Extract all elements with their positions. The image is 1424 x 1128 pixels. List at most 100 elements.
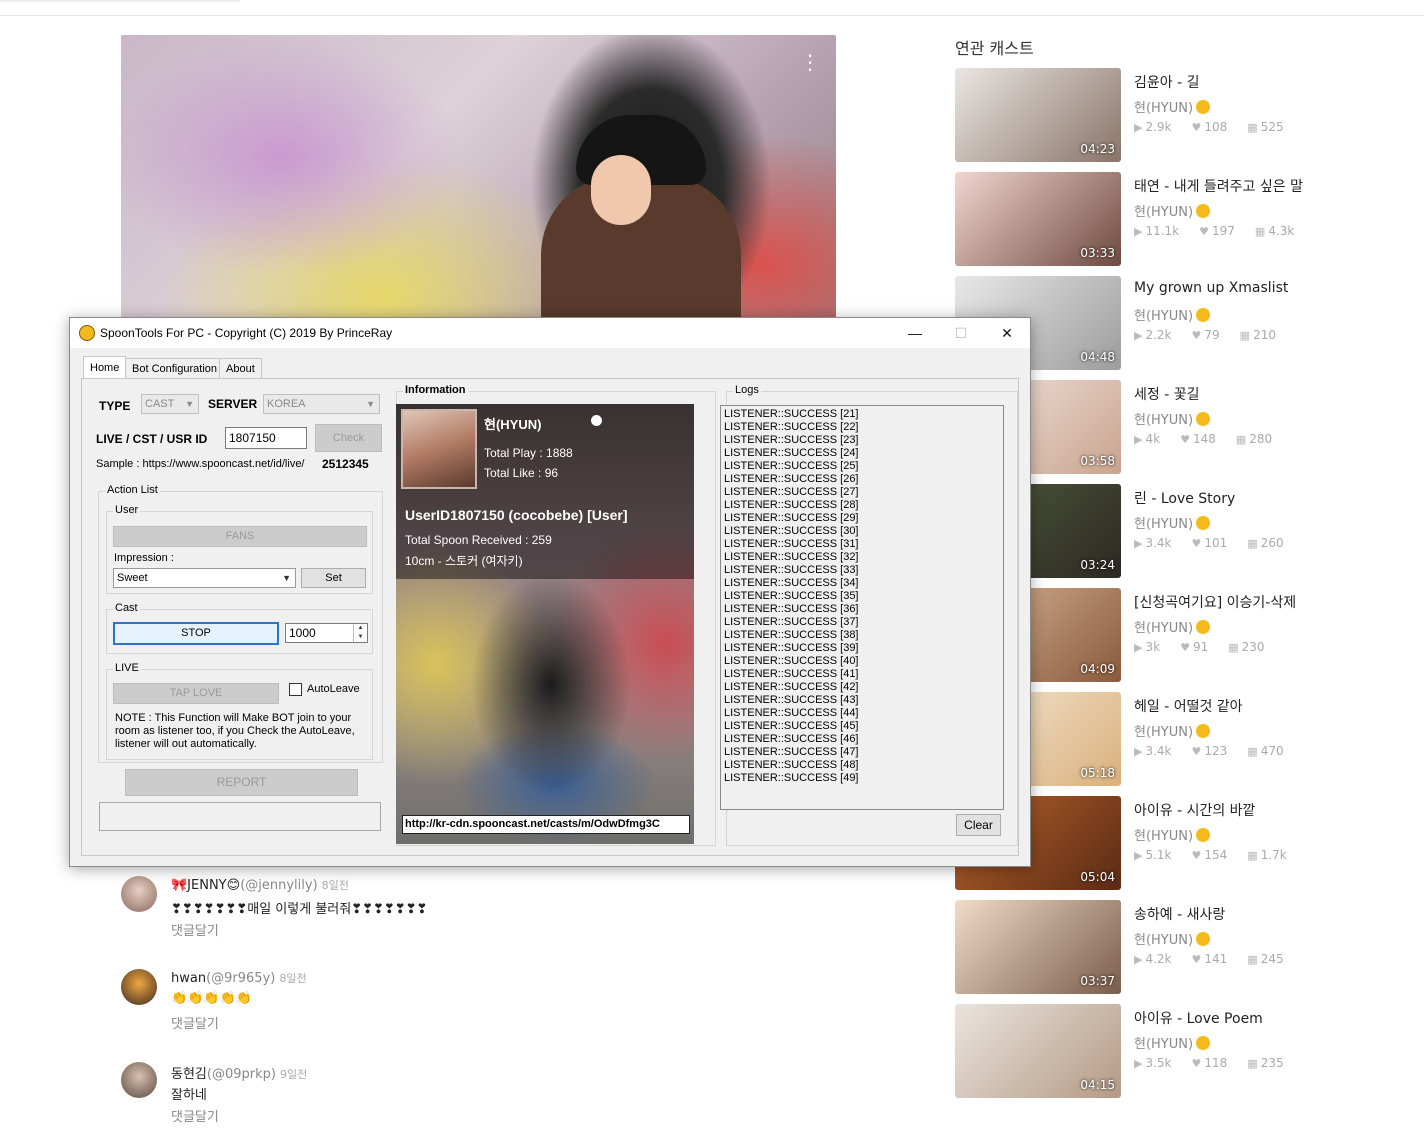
- cast-thumbnail[interactable]: 03:37: [955, 900, 1121, 994]
- heart-icon: ♥: [1191, 953, 1202, 966]
- reply-link[interactable]: 댓글달기: [171, 1106, 219, 1125]
- comment-item: hwan(@9r965y) 8일전 👏👏👏👏👏 댓글달기: [121, 969, 721, 1049]
- set-button[interactable]: Set: [301, 568, 366, 588]
- gift-count-value: 1.7k: [1260, 848, 1287, 862]
- related-cast-item[interactable]: 04:23 김윤아 - 길 현(HYUN) ▶ 2.9k ♥ 108 ▦ 525: [955, 68, 1405, 164]
- cast-stats: ▶ 3.4k ♥ 101 ▦ 260: [1134, 536, 1304, 550]
- cast-cover-image[interactable]: · · ·: [121, 35, 836, 325]
- tab-home[interactable]: Home: [83, 356, 127, 379]
- cast-author[interactable]: 현(HYUN): [1134, 617, 1211, 636]
- cast-author[interactable]: 현(HYUN): [1134, 1033, 1211, 1052]
- id-input[interactable]: 1807150: [225, 427, 307, 449]
- close-button[interactable]: ✕: [984, 318, 1030, 348]
- cast-author-name: 현(HYUN): [1134, 725, 1194, 740]
- play-count: ▶ 11.1k: [1134, 224, 1189, 238]
- cast-title[interactable]: 세정 - 꽃길: [1134, 384, 1199, 404]
- cast-thumbnail[interactable]: 03:33: [955, 172, 1121, 266]
- cast-thumbnail[interactable]: 04:23: [955, 68, 1121, 162]
- gift-icon: ▦: [1247, 537, 1258, 550]
- cast-url-field[interactable]: http://kr-cdn.spooncast.net/casts/m/OdwD…: [402, 815, 690, 834]
- id-label: LIVE / CST / USR ID: [96, 432, 208, 446]
- dj-badge-icon: [1196, 204, 1211, 218]
- log-entry: LISTENER::SUCCESS [37]: [724, 616, 859, 628]
- cast-title[interactable]: [신청곡여기요] 이승기-삭제: [1134, 592, 1296, 612]
- tab-about[interactable]: About: [219, 358, 262, 380]
- cast-stats: ▶ 4.2k ♥ 141 ▦ 245: [1134, 952, 1304, 966]
- heart-icon: ♥: [1191, 329, 1202, 342]
- cast-stats: ▶ 3.4k ♥ 123 ▦ 470: [1134, 744, 1304, 758]
- cast-title[interactable]: 아이유 - 시간의 바깥: [1134, 800, 1255, 820]
- cast-author[interactable]: 현(HYUN): [1134, 929, 1211, 948]
- dj-badge-icon: [1196, 516, 1211, 530]
- reply-link[interactable]: 댓글달기: [171, 920, 219, 939]
- cast-thumbnail[interactable]: 04:15: [955, 1004, 1121, 1098]
- cast-author[interactable]: 현(HYUN): [1134, 409, 1211, 428]
- log-entry: LISTENER::SUCCESS [34]: [724, 577, 859, 589]
- cast-title[interactable]: 김윤아 - 길: [1134, 72, 1199, 92]
- gift-icon: ▦: [1254, 225, 1266, 238]
- cast-author[interactable]: 현(HYUN): [1134, 513, 1211, 532]
- comment-author-name: hwan: [171, 971, 207, 986]
- like-count: ♥ 141: [1192, 952, 1238, 966]
- heart-icon: ♥: [1191, 745, 1202, 758]
- cast-author[interactable]: 현(HYUN): [1134, 97, 1211, 116]
- autoleave-checkbox[interactable]: [289, 683, 302, 696]
- server-select: KOREA ▼: [263, 394, 380, 414]
- play-count-value: 3.5k: [1145, 1056, 1172, 1070]
- related-cast-item[interactable]: 04:15 아이유 - Love Poem 현(HYUN) ▶ 3.5k ♥ 118 ▦ 235: [955, 1004, 1405, 1100]
- cast-title[interactable]: My grown up Xmaslist: [1134, 280, 1288, 296]
- cast-title[interactable]: 린 - Love Story: [1134, 488, 1235, 508]
- dj-badge-icon: [590, 414, 603, 427]
- like-count: ♥ 91: [1180, 640, 1218, 654]
- comment-author[interactable]: hwan(@9r965y) 8일전: [171, 970, 307, 986]
- cast-author[interactable]: 현(HYUN): [1134, 305, 1211, 324]
- gift-icon: ▦: [1247, 849, 1258, 862]
- cast-author-name: 현(HYUN): [1134, 621, 1194, 636]
- cast-author-name: 현(HYUN): [1134, 205, 1194, 220]
- like-count-value: 91: [1192, 640, 1209, 654]
- cast-number-input[interactable]: 1000 ▲ ▼: [285, 623, 368, 643]
- log-entry: LISTENER::SUCCESS [21]: [724, 408, 859, 420]
- like-count: ♥ 108: [1192, 120, 1238, 134]
- comment-author[interactable]: 🎀JENNY😊(@jennylily) 8일전: [171, 877, 349, 893]
- impression-select[interactable]: Sweet ▼: [113, 568, 296, 588]
- cast-stats: ▶ 3k ♥ 91 ▦ 230: [1134, 640, 1285, 654]
- avatar[interactable]: [121, 1062, 157, 1098]
- minimize-button[interactable]: —: [892, 318, 938, 348]
- like-count: ♥ 123: [1192, 744, 1238, 758]
- log-entry: LISTENER::SUCCESS [33]: [724, 564, 859, 576]
- gift-count-value: 470: [1260, 744, 1284, 758]
- clear-button[interactable]: Clear: [956, 814, 1001, 836]
- reply-link[interactable]: 댓글달기: [171, 1013, 219, 1032]
- like-count-value: 148: [1192, 432, 1216, 446]
- related-cast-item[interactable]: 03:33 태연 - 내게 들려주고 싶은 말 현(HYUN) ▶ 11.1k ♥ 197 ▦…: [955, 172, 1405, 268]
- like-count-value: 79: [1204, 328, 1220, 342]
- log-list[interactable]: LISTENER::SUCCESS [21]LISTENER::SUCCESS …: [720, 405, 1004, 810]
- cast-author[interactable]: 현(HYUN): [1134, 201, 1211, 220]
- avatar[interactable]: [121, 969, 157, 1005]
- cast-title[interactable]: 태연 - 내게 들려주고 싶은 말: [1134, 176, 1303, 196]
- type-select-value: CAST: [145, 398, 175, 410]
- related-cast-item[interactable]: 03:37 송하예 - 새사랑현(HYUN) ▶ 4.2k ♥ 141 ▦ 245: [955, 900, 1405, 996]
- cast-author-name: 현(HYUN): [1134, 933, 1194, 948]
- window-titlebar[interactable]: SpoonTools For PC - Copyright (C) 2019 B…: [70, 318, 1030, 348]
- play-count-value: 11.1k: [1145, 224, 1180, 238]
- cast-title[interactable]: 헤일 - 어떨것 같아: [1134, 696, 1243, 716]
- cast-title[interactable]: 송하예 - 새사랑: [1134, 904, 1225, 924]
- cast-title[interactable]: 아이유 - Love Poem: [1134, 1008, 1263, 1028]
- more-options-icon[interactable]: · · ·: [805, 46, 815, 80]
- cast-author[interactable]: 현(HYUN): [1134, 721, 1211, 740]
- play-icon: ▶: [1134, 537, 1143, 550]
- stop-button[interactable]: STOP: [113, 622, 279, 645]
- report-button: REPORT: [125, 769, 358, 796]
- log-entry: LISTENER::SUCCESS [24]: [724, 447, 859, 459]
- spin-down-icon[interactable]: ▼: [353, 633, 367, 642]
- cast-author[interactable]: 현(HYUN): [1134, 825, 1211, 844]
- spin-up-icon[interactable]: ▲: [353, 624, 367, 633]
- dj-badge-icon: [1196, 1036, 1211, 1050]
- avatar[interactable]: [121, 876, 157, 912]
- play-count: ▶ 5.1k: [1134, 848, 1182, 862]
- log-entry: LISTENER::SUCCESS [43]: [724, 694, 859, 706]
- tab-bot-configuration[interactable]: Bot Configuration: [125, 358, 224, 380]
- comment-author[interactable]: 동현김(@09prkp) 9일전: [171, 1063, 307, 1082]
